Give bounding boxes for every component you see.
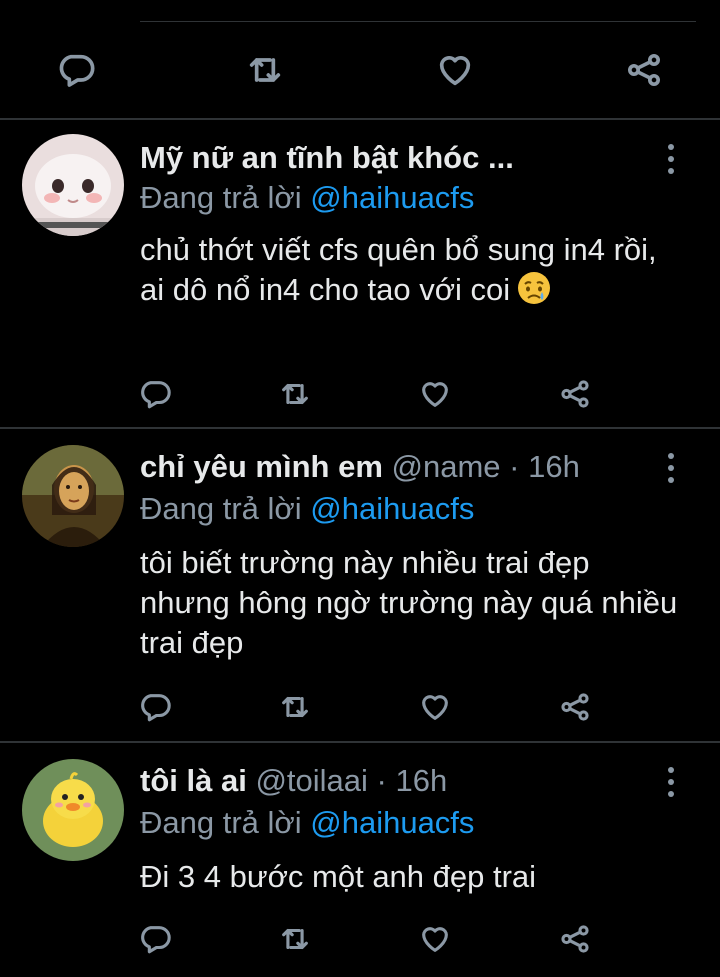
replying-prefix: Đang trả lời xyxy=(140,491,302,526)
more-options-icon[interactable] xyxy=(666,767,676,797)
display-name[interactable]: Mỹ nữ an tĩnh bật khóc ... xyxy=(140,140,514,175)
user-handle[interactable]: @name xyxy=(392,449,501,484)
reply-icon[interactable] xyxy=(138,377,172,411)
tweet-text: chủ thớt viết cfs quên bổ sung in4 rồi, … xyxy=(140,230,680,310)
replying-prefix: Đang trả lời xyxy=(140,180,302,215)
display-name[interactable]: tôi là ai xyxy=(140,763,247,798)
more-options-icon[interactable] xyxy=(666,144,676,174)
more-options-icon[interactable] xyxy=(666,453,676,483)
replying-to-line: Đang trả lời @haihuacfs xyxy=(140,178,474,218)
divider xyxy=(140,21,696,22)
timestamp[interactable]: 16h xyxy=(395,763,447,798)
reply-tweet[interactable]: Mỹ nữ an tĩnh bật khóc ... Đang trả lời … xyxy=(0,120,720,427)
share-icon[interactable] xyxy=(558,377,592,411)
replying-prefix: Đang trả lời xyxy=(140,805,302,840)
tweet-text: tôi biết trường này nhiều trai đẹp nhưng… xyxy=(140,545,678,660)
retweet-icon[interactable] xyxy=(278,922,312,956)
reply-tweet[interactable]: chỉ yêu mình em @name · 16h Đang trả lời… xyxy=(0,429,720,741)
main-tweet-actions xyxy=(56,48,664,92)
mention-link[interactable]: @haihuacfs xyxy=(310,805,474,840)
reply-header: chỉ yêu mình em @name · 16h xyxy=(140,447,650,487)
reply-actions xyxy=(138,374,592,414)
avatar[interactable] xyxy=(22,134,124,236)
reply-actions xyxy=(138,687,592,727)
avatar[interactable] xyxy=(22,759,124,861)
retweet-icon[interactable] xyxy=(278,690,312,724)
crying-face-emoji xyxy=(518,272,551,304)
share-icon[interactable] xyxy=(558,922,592,956)
retweet-icon[interactable] xyxy=(278,377,312,411)
user-handle[interactable]: @toilaai xyxy=(255,763,367,798)
reply-icon[interactable] xyxy=(138,690,172,724)
timestamp[interactable]: 16h xyxy=(528,449,580,484)
mention-link[interactable]: @haihuacfs xyxy=(310,180,474,215)
reply-icon[interactable] xyxy=(56,50,96,90)
replying-to-line: Đang trả lời @haihuacfs xyxy=(140,489,474,529)
share-icon[interactable] xyxy=(624,50,664,90)
like-icon[interactable] xyxy=(435,50,475,90)
mention-link[interactable]: @haihuacfs xyxy=(310,491,474,526)
avatar[interactable] xyxy=(22,445,124,547)
reply-actions xyxy=(138,919,592,959)
reply-header: Mỹ nữ an tĩnh bật khóc ... xyxy=(140,138,650,178)
reply-header: tôi là ai @toilaai · 16h xyxy=(140,761,650,801)
like-icon[interactable] xyxy=(418,922,452,956)
tweet-text-content: chủ thớt viết cfs quên bổ sung in4 rồi, … xyxy=(140,232,657,307)
separator-dot: · xyxy=(509,449,520,484)
tweet-text: Đi 3 4 bước một anh đẹp trai xyxy=(140,859,537,894)
replying-to-line: Đang trả lời @haihuacfs xyxy=(140,803,474,843)
retweet-icon[interactable] xyxy=(245,50,285,90)
reply-tweet[interactable]: tôi là ai @toilaai · 16h Đang trả lời @h… xyxy=(0,743,720,977)
like-icon[interactable] xyxy=(418,690,452,724)
like-icon[interactable] xyxy=(418,377,452,411)
share-icon[interactable] xyxy=(558,690,592,724)
separator-dot: · xyxy=(376,763,387,798)
display-name[interactable]: chỉ yêu mình em xyxy=(140,449,383,484)
tweet-thread-screen: Mỹ nữ an tĩnh bật khóc ... Đang trả lời … xyxy=(0,0,720,977)
reply-icon[interactable] xyxy=(138,922,172,956)
